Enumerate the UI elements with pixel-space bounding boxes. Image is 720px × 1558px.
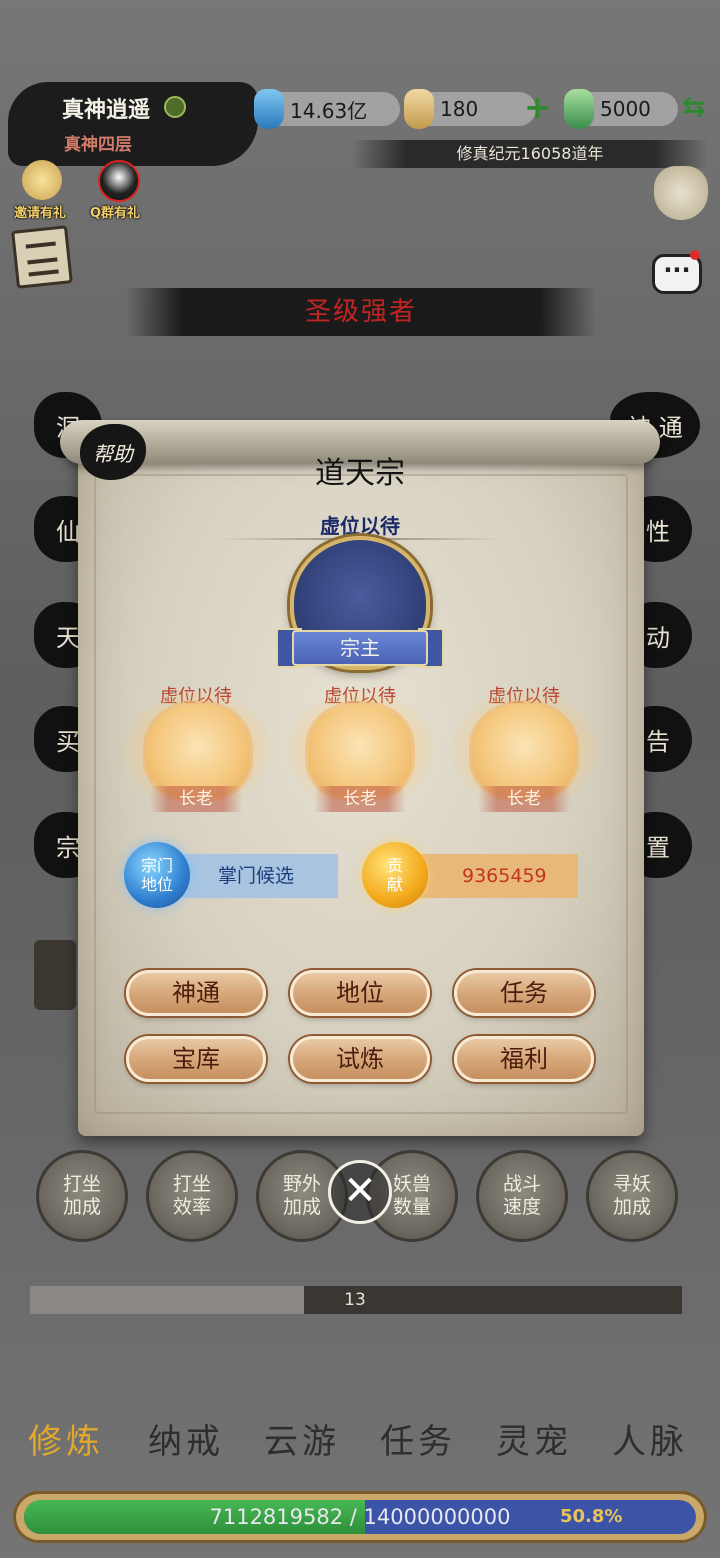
jade-value: 5000 [600, 97, 651, 121]
title-banner: 圣级强者 [126, 288, 596, 336]
trial-button[interactable]: 试炼 [290, 1036, 430, 1082]
tab-tasks[interactable]: 任务 [380, 1414, 456, 1463]
exp-percent: 50.8% [560, 1506, 623, 1527]
meditation-efficiency-button[interactable]: 打坐 效率 [146, 1150, 238, 1242]
tab-cultivate[interactable]: 修炼 [28, 1414, 104, 1463]
close-button[interactable]: ✕ [328, 1160, 392, 1224]
gourd-icon [404, 89, 434, 129]
stage-progress-fill [30, 1286, 304, 1314]
tab-spirit-pet[interactable]: 灵宠 [496, 1414, 572, 1463]
stage-progress-label: 13 [344, 1290, 366, 1310]
elder-3-seat[interactable] [472, 704, 576, 798]
treasury-button[interactable]: 宝库 [126, 1036, 266, 1082]
spirit-stone-value: 14.63亿 [290, 98, 368, 123]
qq-group-label[interactable]: Q群有礼 [90, 202, 140, 221]
battle-speed-button[interactable]: 战斗 速度 [476, 1150, 568, 1242]
spirit-stone-icon [254, 89, 284, 129]
exp-separator: / [343, 1505, 364, 1529]
welfare-button[interactable]: 福利 [454, 1036, 594, 1082]
chat-icon[interactable]: ··· [652, 254, 702, 294]
tab-connections[interactable]: 人脉 [612, 1414, 688, 1463]
jade-pill[interactable]: 5000 [564, 89, 678, 129]
contribution-orb: 贡 献 [362, 842, 428, 908]
position-button[interactable]: 地位 [290, 970, 430, 1016]
invite-gift-label[interactable]: 邀请有礼 [14, 202, 66, 221]
bag-icon[interactable] [654, 166, 708, 220]
gourd-value: 180 [440, 97, 479, 121]
skills-button[interactable]: 神通 [126, 970, 266, 1016]
spirit-stone-pill[interactable]: 14.63亿 [254, 89, 400, 129]
tasks-button[interactable]: 任务 [454, 970, 594, 1016]
sect-name: 道天宗 [315, 456, 405, 491]
player-name: 真神逍遥 [62, 98, 151, 123]
player-level: 真神四层 [64, 135, 132, 155]
add-resource-button[interactable]: + [524, 88, 551, 126]
swap-icon[interactable]: ⇆ [682, 90, 705, 123]
exp-current: 7112819582 [209, 1505, 344, 1529]
demon-hunt-bonus-button[interactable]: 寻妖 加成 [586, 1150, 678, 1242]
tab-storage-ring[interactable]: 纳戒 [148, 1414, 224, 1463]
elder-1-role: 长老 [150, 786, 242, 812]
jade-icon [564, 89, 594, 129]
elder-2-seat[interactable] [308, 704, 412, 798]
side-scroll-handle[interactable] [34, 940, 76, 1010]
leader-status: 虚位以待 [320, 514, 400, 538]
exp-max: 14000000000 [363, 1505, 511, 1529]
elder-1-seat[interactable] [146, 704, 250, 798]
realm-icon [164, 96, 186, 118]
qq-group-icon[interactable] [98, 160, 140, 202]
chat-notification-dot [690, 250, 700, 260]
meditation-bonus-button[interactable]: 打坐 加成 [36, 1150, 128, 1242]
tab-wander[interactable]: 云游 [264, 1414, 340, 1463]
invite-gift-icon[interactable] [22, 160, 62, 200]
leader-role-label: 宗主 [292, 630, 428, 666]
elder-3-role: 长老 [478, 786, 570, 812]
era-label: 修真纪元16058道年 [352, 140, 708, 168]
gourd-pill[interactable]: 180 [404, 89, 536, 129]
scroll-menu-icon[interactable] [11, 225, 73, 289]
sect-position-orb: 宗门 地位 [124, 842, 190, 908]
elder-2-role: 长老 [314, 786, 406, 812]
